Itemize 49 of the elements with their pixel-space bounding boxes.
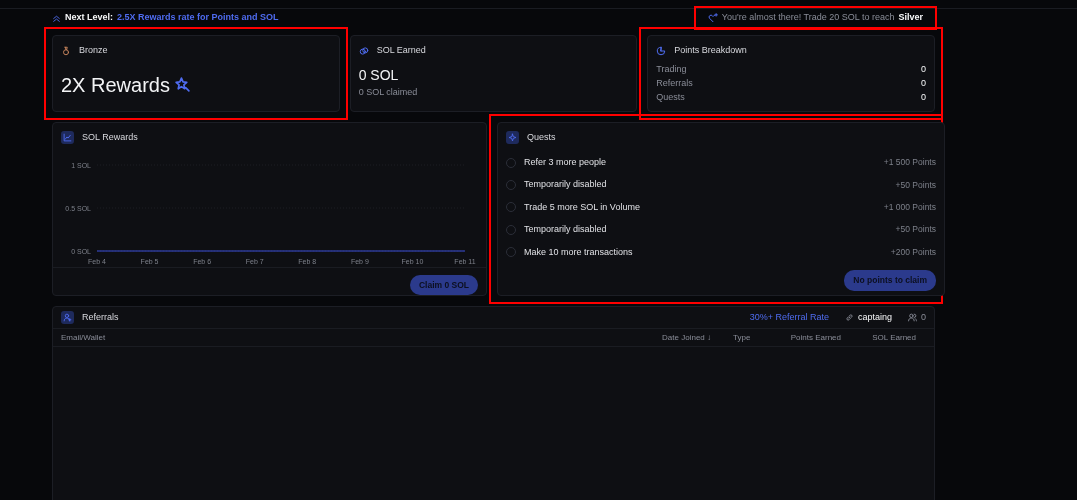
quest-text: Refer 3 more people (524, 155, 607, 169)
referral-rate: 30%+ Referral Rate (749, 310, 829, 324)
tier-name: Bronze (79, 44, 108, 57)
quest-text: Temporarily disabled (524, 223, 607, 237)
link-icon (844, 312, 854, 322)
quest-reward: +50 Points (895, 178, 936, 192)
card-title: Points Breakdown (674, 44, 747, 57)
card-title: SOL Earned (376, 44, 426, 57)
breakdown-value: 0 (920, 90, 926, 104)
medal-icon (61, 45, 71, 56)
sparkle-star-icon (173, 76, 191, 93)
next-level-text: 2.5X Rewards rate for Points and SOL (117, 11, 279, 25)
quest-reward: +50 Points (895, 223, 936, 237)
column-header: Type (732, 331, 752, 344)
next-level-label: Next Level: (65, 11, 114, 25)
line-chart-icon (63, 133, 72, 143)
sparkle-icon (508, 133, 517, 143)
no-points-button[interactable]: No points to claim (844, 270, 936, 292)
column-header: Email/Wallet (61, 331, 107, 344)
quest-reward: +1 000 Points (883, 201, 936, 214)
card-title: Referrals (82, 310, 119, 324)
progress-text: You're almost there! Trade 20 SOL to reach (721, 11, 895, 25)
breakdown-label: Trading (656, 62, 687, 76)
pie-chart-icon (656, 45, 667, 56)
breakdown-label: Quests (656, 90, 685, 104)
card-title: SOL Rewards (82, 131, 138, 144)
quest-text: Trade 5 more SOL in Volume (524, 200, 640, 214)
referral-count: 0 (921, 310, 926, 324)
breakdown-label: Referrals (656, 76, 693, 90)
quest-reward: +1 500 Points (883, 156, 936, 170)
users-icon (908, 312, 917, 322)
breakdown-value: 0 (920, 62, 926, 76)
card-title: Quests (527, 131, 556, 144)
referral-code: captaing (857, 310, 892, 324)
claim-button[interactable]: Claim 0 SOL (409, 274, 478, 296)
rewards-headline: 2X Rewards (61, 72, 170, 98)
quest-text: Make 10 more transactions (524, 245, 633, 259)
column-header: Date Joined ↓ (661, 331, 711, 344)
breakdown-value: 0 (920, 76, 926, 90)
sol-earned-value: 0 SOL (358, 65, 400, 85)
column-header: Points Earned (789, 331, 841, 344)
goal-level-label: Silver (898, 11, 923, 25)
column-header: SOL Earned (871, 331, 916, 344)
coins-icon (358, 45, 369, 56)
person-plus-icon (63, 313, 72, 322)
quest-reward: +200 Points (890, 245, 936, 259)
double-chevron-icon (52, 13, 61, 23)
quest-text: Temporarily disabled (524, 178, 607, 192)
sol-claimed-text: 0 SOL claimed (358, 85, 419, 99)
